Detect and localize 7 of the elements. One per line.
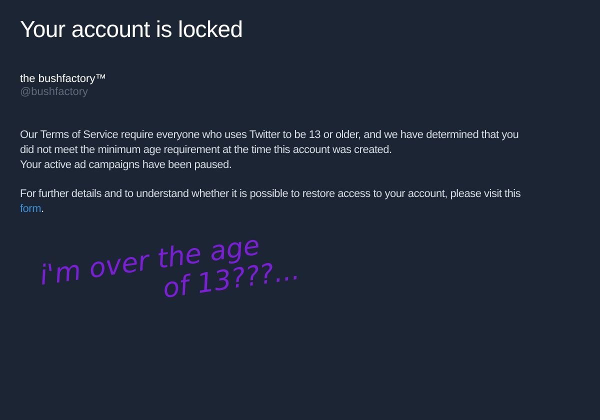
form-link[interactable]: form bbox=[20, 203, 41, 215]
message-text: Your active ad campaigns have been paused. bbox=[20, 158, 233, 173]
page-title: Your account is locked bbox=[20, 16, 244, 43]
message-text: Our Terms of Service require everyone who uses Twitter to be 13 or older, and we have determined that you did not meet the minimum age requirement at the time this account was created. bbox=[20, 128, 520, 158]
message-text: For further details and to understand whether it is possible to restore access to your account, please visit this form. bbox=[20, 187, 522, 217]
account-handle: @bushfactory bbox=[20, 86, 88, 98]
account-name: the bushfactory™ bbox=[20, 73, 106, 85]
